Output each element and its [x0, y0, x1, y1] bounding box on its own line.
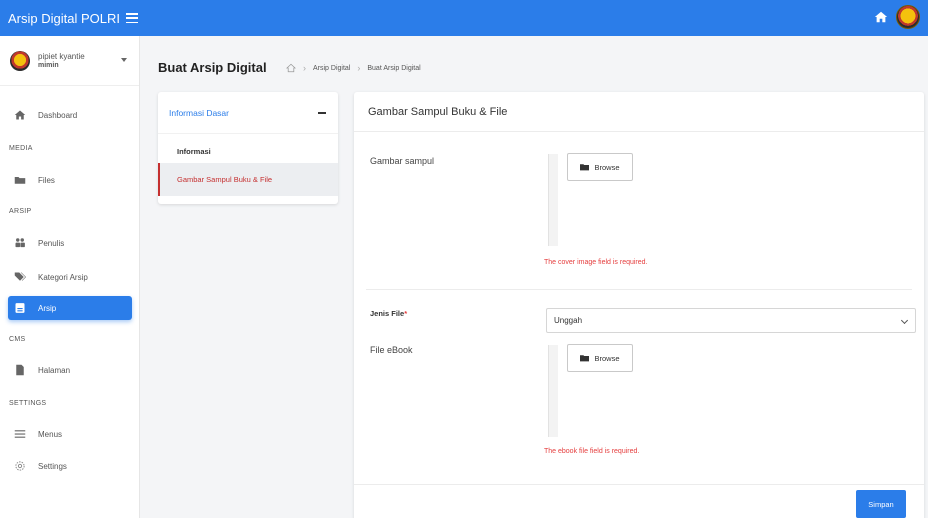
home-icon — [14, 110, 26, 120]
breadcrumb: › Arsip Digital › Buat Arsip Digital — [286, 63, 421, 73]
app-title[interactable]: Arsip Digital POLRI — [8, 11, 120, 26]
document-icon — [15, 303, 25, 313]
sidebar: pipiet kyantie mimin Dashboard MEDIA Fil… — [0, 36, 140, 518]
jenis-file-label: Jenis File* — [370, 309, 408, 318]
form-panel-title: Gambar Sampul Buku & File — [354, 92, 924, 132]
brand: Arsip Digital POLRI — [0, 0, 140, 36]
tags-icon — [14, 272, 26, 281]
ebook-file-preview — [548, 345, 558, 437]
divider — [366, 289, 912, 290]
breadcrumb-item-arsip-digital[interactable]: Arsip Digital — [313, 65, 350, 72]
nav-section-arsip: ARSIP — [9, 208, 32, 215]
section-header-informasi-dasar[interactable]: Informasi Dasar — [158, 92, 338, 134]
ebook-error-message: The ebook file field is required. — [544, 448, 640, 455]
sidebar-item-label: Dashboard — [38, 110, 78, 120]
top-right-actions — [874, 5, 920, 29]
page-icon — [16, 364, 24, 376]
sidebar-item-halaman[interactable]: Halaman — [8, 358, 132, 382]
top-navbar: Arsip Digital POLRI — [0, 0, 928, 36]
browse-ebook-button[interactable]: Browse — [567, 344, 633, 372]
sidebar-item-label: Settings — [38, 461, 67, 471]
sidebar-item-settings[interactable]: Settings — [8, 454, 132, 478]
sidebar-item-kategori-arsip[interactable]: Kategori Arsip — [8, 265, 132, 289]
sidebar-item-label: Halaman — [38, 365, 71, 375]
nav-section-settings: SETTINGS — [9, 400, 47, 407]
home-outline-icon[interactable] — [286, 63, 296, 73]
required-mark: * — [404, 309, 408, 318]
folder-icon — [14, 177, 26, 184]
form-sections-panel: Informasi Dasar Informasi Gambar Sampul … — [158, 92, 338, 204]
home-icon[interactable] — [874, 10, 888, 24]
ebook-file-label: File eBook — [370, 345, 413, 355]
chevron-down-icon — [900, 316, 909, 325]
form-panel: Gambar Sampul Buku & File Gambar sampul … — [354, 92, 924, 518]
avatar — [10, 50, 30, 71]
folder-icon — [580, 355, 590, 362]
nav-section-cms: CMS — [9, 336, 26, 343]
nav-section-media: MEDIA — [9, 145, 33, 152]
sidebar-item-label: Arsip — [38, 303, 57, 313]
breadcrumb-separator: › — [357, 63, 361, 73]
breadcrumb-item-current: Buat Arsip Digital — [367, 64, 421, 72]
form-footer-divider — [354, 484, 924, 485]
gear-icon — [15, 461, 25, 471]
browse-cover-button[interactable]: Browse — [567, 153, 633, 181]
sidebar-item-label: Menus — [38, 429, 63, 439]
section-title: Informasi Dasar — [169, 107, 229, 118]
section-item-informasi[interactable]: Informasi — [158, 139, 338, 163]
sidebar-item-menus[interactable]: Menus — [8, 422, 132, 446]
menu-lines-icon — [14, 430, 26, 438]
cover-image-preview — [548, 154, 558, 246]
sidebar-item-dashboard[interactable]: Dashboard — [8, 103, 132, 127]
cover-error-message: The cover image field is required. — [544, 259, 648, 266]
user-role: mimin — [38, 62, 59, 69]
sidebar-item-label: Files — [38, 175, 55, 185]
folder-icon — [580, 164, 590, 171]
user-info: pipiet kyantie mimin — [38, 52, 85, 69]
user-profile[interactable]: pipiet kyantie mimin — [0, 36, 139, 86]
browse-label: Browse — [594, 162, 620, 172]
breadcrumb-separator: › — [303, 63, 306, 73]
sidebar-item-files[interactable]: Files — [8, 168, 132, 192]
select-value: Unggah — [554, 316, 583, 325]
page-title: Buat Arsip Digital — [158, 60, 267, 75]
polri-emblem-avatar[interactable] — [896, 5, 920, 29]
sidebar-item-arsip[interactable]: Arsip — [8, 296, 132, 320]
user-name: pipiet kyantie — [38, 52, 85, 61]
save-button[interactable]: Simpan — [856, 490, 906, 518]
sidebar-item-label: Penulis — [38, 238, 65, 248]
section-item-gambar-sampul[interactable]: Gambar Sampul Buku & File — [158, 163, 338, 196]
browse-label: Browse — [594, 353, 620, 363]
sidebar-item-label: Kategori Arsip — [38, 272, 88, 282]
hamburger-menu-icon[interactable] — [125, 13, 138, 23]
jenis-file-select[interactable]: Unggah — [546, 308, 916, 333]
collapse-icon[interactable] — [318, 112, 326, 114]
sidebar-item-penulis[interactable]: Penulis — [8, 231, 132, 255]
cover-image-label: Gambar sampul — [370, 156, 435, 166]
users-icon — [15, 238, 25, 248]
caret-down-icon[interactable] — [121, 58, 127, 62]
